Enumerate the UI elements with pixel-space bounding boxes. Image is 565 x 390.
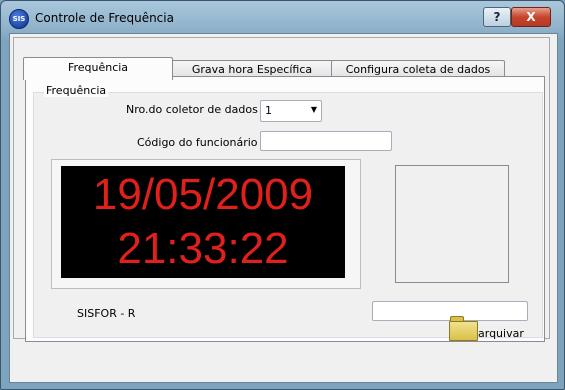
- clock-time: 21:33:22: [117, 224, 289, 273]
- collector-value: 1: [265, 104, 272, 117]
- clock-date: 19/05/2009: [92, 170, 314, 219]
- brand-label: SISFOR - R: [77, 307, 136, 320]
- group-label: Frequência: [44, 84, 109, 97]
- archive-label: arquivar: [478, 327, 524, 340]
- collector-select[interactable]: 1 ▼: [260, 100, 322, 122]
- help-button[interactable]: ?: [483, 7, 511, 27]
- app-icon: SIS: [9, 9, 29, 29]
- archive-button[interactable]: arquivar: [449, 313, 539, 343]
- tab-label: Grava hora Específica: [191, 63, 313, 76]
- window-title: Controle de Frequência: [35, 11, 174, 25]
- clock-frame: 19/05/2009 21:33:22: [51, 159, 361, 289]
- folder-icon: [449, 316, 478, 341]
- chevron-down-icon[interactable]: ▼: [311, 105, 317, 114]
- tab-panel: Frequência Nro.do coletor de dados : 1 ▼…: [25, 76, 545, 342]
- collector-label: Nro.do coletor de dados :: [126, 103, 266, 116]
- tab-label: Frequência: [67, 61, 129, 74]
- employee-label: Código do funcionário :: [137, 136, 265, 149]
- close-button[interactable]: X: [511, 7, 551, 27]
- main-window: SIS Controle de Frequência ? X Frequênci…: [0, 0, 565, 390]
- tab-label: Configura coleta de dados: [345, 63, 491, 76]
- digital-clock: 19/05/2009 21:33:22: [61, 166, 345, 278]
- employee-code-input[interactable]: [260, 131, 392, 151]
- tab-frequencia[interactable]: Frequência: [23, 57, 173, 80]
- title-bar[interactable]: SIS Controle de Frequência ? X: [1, 1, 564, 33]
- group-box: Frequência Nro.do coletor de dados : 1 ▼…: [33, 84, 543, 338]
- employee-photo: [395, 165, 509, 283]
